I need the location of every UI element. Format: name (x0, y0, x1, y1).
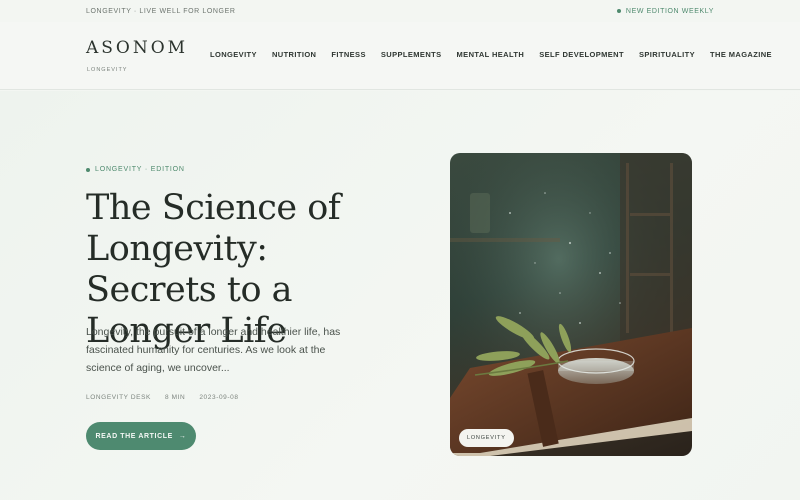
kicker-label: LONGEVITY · EDITION (95, 166, 185, 173)
image-category-badge[interactable]: LONGEVITY (459, 429, 514, 447)
edition-note-label: NEW EDITION WEEKLY (625, 7, 714, 15)
nav-item-supplements[interactable]: SUPPLEMENTS (381, 50, 442, 59)
nav-item-the-magazine[interactable]: THE MAGAZINE (710, 50, 772, 59)
arrow-right-icon: → (178, 432, 187, 440)
meta-author: LONGEVITY DESK (86, 394, 151, 401)
nav-item-spirituality[interactable]: SPIRITUALITY (639, 50, 695, 59)
tagline: LONGEVITY · LIVE WELL FOR LONGER (86, 7, 236, 15)
site-header: ASONOM LONGEVITY LONGEVITY NUTRITION FIT… (0, 22, 800, 90)
meta-read-time: 8 MIN (165, 394, 186, 401)
main-nav: LONGEVITY NUTRITION FITNESS SUPPLEMENTS … (210, 50, 772, 59)
site-logo[interactable]: ASONOM (86, 38, 188, 58)
nav-item-fitness[interactable]: FITNESS (331, 50, 365, 59)
logo-subtitle: LONGEVITY (87, 67, 128, 73)
nav-item-mental-health[interactable]: MENTAL HEALTH (457, 50, 525, 59)
hero-image[interactable] (450, 153, 692, 456)
top-bar: LONGEVITY · LIVE WELL FOR LONGER NEW EDI… (0, 0, 800, 22)
kicker-dot-icon (86, 167, 90, 172)
edition-note: NEW EDITION WEEKLY (616, 7, 714, 15)
hero-image-illustration (450, 153, 692, 456)
read-article-label: READ THE ARTICLE (95, 432, 173, 440)
article-meta: LONGEVITY DESK 8 MIN 2023-09-08 (86, 394, 239, 401)
read-article-button[interactable]: READ THE ARTICLE → (86, 422, 196, 450)
status-dot-icon (616, 9, 621, 13)
hero-excerpt: Longevity, the pursuit of a longer and h… (86, 326, 341, 374)
nav-item-self-development[interactable]: SELF DEVELOPMENT (539, 50, 624, 59)
nav-item-nutrition[interactable]: NUTRITION (272, 50, 316, 59)
hero-kicker: LONGEVITY · EDITION (86, 166, 185, 173)
meta-date: 2023-09-08 (199, 394, 239, 401)
nav-item-longevity[interactable]: LONGEVITY (210, 50, 257, 59)
